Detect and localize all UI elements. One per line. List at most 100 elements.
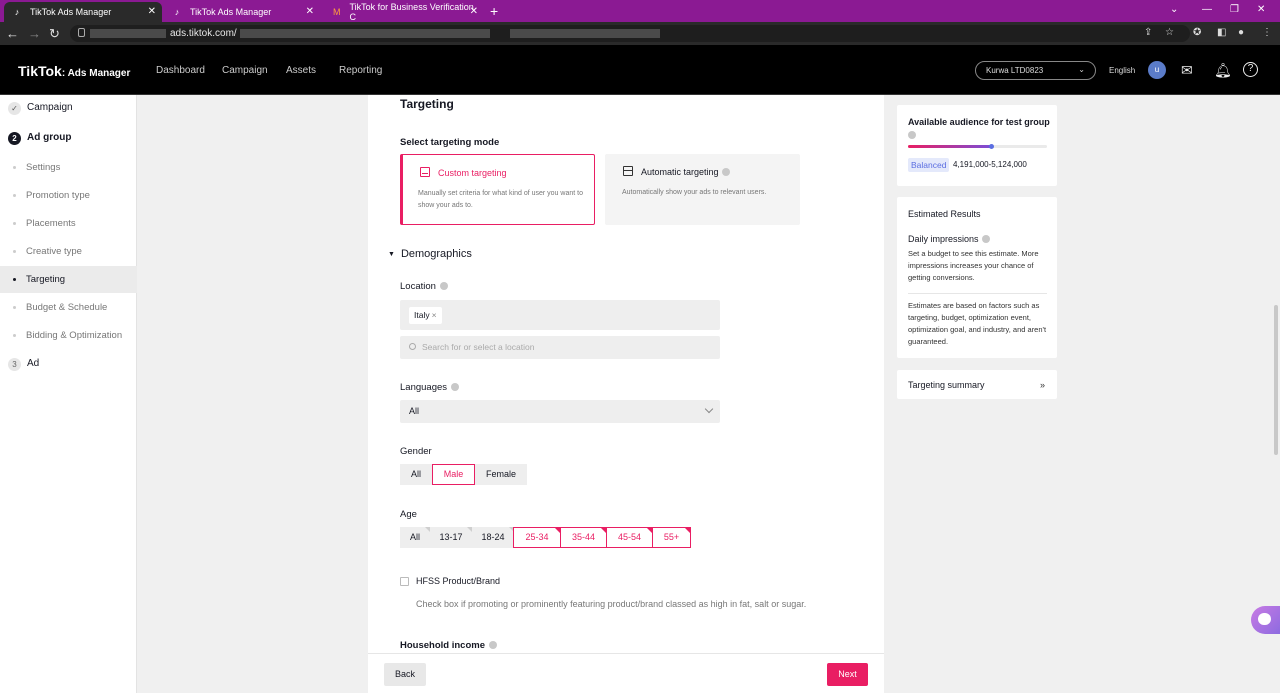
close-icon[interactable]: ✕ (470, 6, 478, 18)
tab-title: TikTok Ads Manager (30, 7, 112, 17)
step-label: Ad (27, 358, 40, 369)
extension-icon[interactable]: ✪ (1193, 27, 1201, 39)
logo-subtext: : Ads Manager (61, 68, 131, 79)
url-field[interactable]: ads.tiktok.com/ (70, 25, 1190, 42)
age-label-text: 45-54 (617, 532, 642, 542)
dot-icon (13, 334, 16, 337)
gender-all[interactable]: All (400, 464, 432, 485)
sidebar-item-settings[interactable]: Settings (0, 154, 137, 181)
bell-icon[interactable]: 🔔︎ (1214, 62, 1232, 78)
maximize-icon[interactable]: ❐ (1230, 3, 1239, 17)
next-button[interactable]: Next (827, 663, 868, 686)
close-window-icon[interactable]: ✕ (1257, 3, 1265, 17)
tiktok-favicon: ♪ (174, 7, 180, 17)
age-35-44[interactable]: 35-44 (560, 527, 607, 548)
demographics-toggle[interactable]: ▼ Demographics (388, 248, 472, 261)
age-label-text: All (409, 532, 420, 542)
estimated-title: Estimated Results (908, 209, 981, 219)
new-tab-button[interactable]: + (490, 3, 498, 19)
language-selector[interactable]: English (1109, 66, 1135, 76)
automatic-targeting-card[interactable]: Automatic targeting Automatically show y… (605, 154, 800, 225)
browser-tab-3[interactable]: M TikTok for Business Verification C ✕ (324, 2, 484, 22)
sidebar-item-label: Creative type (26, 246, 82, 257)
info-icon[interactable] (451, 383, 460, 391)
sidebar-item-promotion-type[interactable]: Promotion type (0, 182, 137, 209)
page-title: Targeting (400, 97, 454, 111)
close-icon[interactable]: ✕ (148, 6, 156, 18)
search-icon (409, 343, 416, 350)
info-icon[interactable] (908, 131, 916, 139)
account-selector[interactable]: Kurwa LTD0823 ⌄ (975, 61, 1096, 80)
account-name: Kurwa LTD0823 (986, 66, 1044, 75)
age-label-text: 35-44 (571, 532, 596, 542)
reload-icon[interactable]: ↻ (49, 26, 60, 41)
gender-male[interactable]: Male (432, 464, 475, 485)
step-ad[interactable]: 3 Ad (8, 356, 39, 372)
profile-icon[interactable]: ● (1238, 27, 1244, 39)
inbox-icon[interactable]: ✉ (1181, 62, 1193, 78)
chevron-down-icon: ⌄ (1078, 65, 1085, 74)
back-button[interactable]: Back (384, 663, 426, 686)
sidebar-item-placements[interactable]: Placements (0, 210, 137, 237)
section-title: Demographics (400, 248, 472, 260)
scrollbar-thumb[interactable] (1274, 305, 1278, 455)
languages-select[interactable]: All (400, 400, 720, 423)
step-label: Ad group (27, 132, 72, 143)
nav-reporting[interactable]: Reporting (339, 65, 382, 77)
nav-assets[interactable]: Assets (286, 65, 316, 77)
hfss-checkbox[interactable] (400, 577, 409, 586)
chat-button[interactable] (1251, 606, 1280, 634)
hfss-label[interactable]: HFSS Product/Brand (416, 576, 500, 587)
gmail-favicon: M (333, 7, 341, 17)
info-icon[interactable] (488, 641, 497, 649)
back-icon[interactable]: ← (6, 26, 19, 41)
location-chip: Italy × (409, 307, 442, 324)
info-icon[interactable] (981, 235, 990, 243)
sidebar-item-label: Promotion type (26, 190, 90, 201)
mode-description: Manually set criteria for what kind of u… (418, 190, 583, 209)
age-25-34[interactable]: 25-34 (513, 527, 561, 548)
age-45-54[interactable]: 45-54 (606, 527, 653, 548)
sidebar-icon[interactable]: ◧ (1217, 27, 1226, 39)
location-selected-box[interactable]: Italy × (400, 300, 720, 330)
step-campaign[interactable]: ✓ Campaign (8, 100, 73, 116)
tiktok-logo[interactable]: TikTok: Ads Manager (18, 63, 130, 82)
targeting-summary-card[interactable]: Targeting summary » (897, 370, 1057, 399)
age-13-17[interactable]: 13-17 (430, 527, 472, 548)
step-ad-group[interactable]: 2 Ad group (8, 130, 71, 146)
gender-female[interactable]: Female (475, 464, 527, 485)
location-search-input[interactable]: Search for or select a location (400, 336, 720, 359)
sidebar-item-targeting[interactable]: Targeting (0, 266, 137, 293)
age-label-text: 55+ (663, 532, 680, 542)
minimize-icon[interactable]: — (1202, 3, 1212, 17)
status-badge: Balanced (908, 158, 950, 172)
forward-icon[interactable]: → (28, 26, 41, 41)
avatar[interactable]: u (1148, 61, 1166, 79)
audience-meter-dot (989, 144, 995, 149)
nav-dashboard[interactable]: Dashboard (156, 65, 205, 77)
share-icon[interactable]: ⇪ (1144, 27, 1152, 39)
gender-label: Gender (400, 446, 432, 457)
mode-description: Automatically show your ads to relevant … (622, 189, 767, 196)
sidebar-item-budget-schedule[interactable]: Budget & Schedule (0, 294, 137, 321)
browser-tab-2[interactable]: ♪ TikTok Ads Manager ✕ (164, 2, 320, 22)
close-icon[interactable]: ✕ (306, 6, 314, 18)
chevron-down-icon[interactable]: ⌄ (1170, 3, 1178, 17)
url-text: ads.tiktok.com/ (170, 28, 237, 39)
close-icon[interactable]: × (432, 310, 437, 320)
info-icon[interactable] (721, 168, 730, 176)
help-icon[interactable]: ? (1243, 62, 1258, 77)
info-icon[interactable] (439, 282, 448, 290)
sidebar-item-creative-type[interactable]: Creative type (0, 238, 137, 265)
sidebar-item-bidding-optimization[interactable]: Bidding & Optimization (0, 322, 137, 349)
age-55-plus[interactable]: 55+ (652, 527, 691, 548)
browser-tab-bar: ♪ TikTok Ads Manager ✕ ♪ TikTok Ads Mana… (0, 0, 1280, 22)
menu-icon[interactable]: ⋮ (1262, 27, 1272, 39)
age-all[interactable]: All (400, 527, 430, 548)
browser-tab-1[interactable]: ♪ TikTok Ads Manager ✕ (4, 2, 162, 22)
star-icon[interactable]: ☆ (1165, 27, 1174, 39)
custom-targeting-card[interactable]: Custom targeting Manually set criteria f… (400, 154, 595, 225)
age-18-24[interactable]: 18-24 (472, 527, 514, 548)
nav-campaign[interactable]: Campaign (222, 65, 268, 77)
sidebar-item-label: Budget & Schedule (26, 302, 108, 313)
